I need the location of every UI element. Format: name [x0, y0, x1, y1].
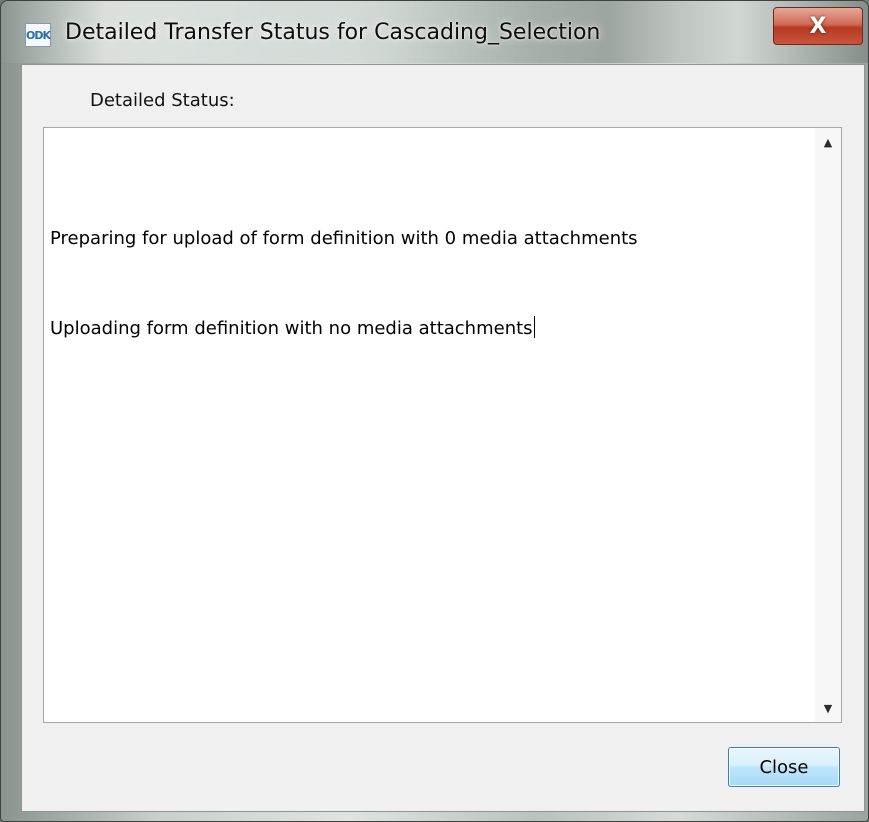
vertical-scrollbar[interactable]: ▲ ▼ [815, 128, 841, 722]
dialog-window: ODK Detailed Transfer Status for Cascadi… [0, 0, 869, 822]
status-log-text[interactable]: Preparing for upload of form definition … [50, 164, 810, 404]
status-line: Preparing for upload of form definition … [50, 228, 638, 249]
text-caret [533, 316, 535, 338]
status-line: Uploading form definition with no media … [50, 318, 533, 339]
detailed-status-label: Detailed Status: [90, 90, 235, 111]
scroll-up-arrow-icon[interactable]: ▲ [815, 128, 841, 156]
scroll-down-arrow-icon[interactable]: ▼ [815, 694, 841, 722]
close-x-icon: X [809, 13, 827, 39]
window-close-button[interactable]: X [773, 7, 863, 45]
status-text-area[interactable]: Preparing for upload of form definition … [43, 127, 842, 723]
dialog-content: Detailed Status: Preparing for upload of… [21, 64, 865, 812]
title-bar[interactable]: ODK Detailed Transfer Status for Cascadi… [1, 1, 868, 63]
odk-app-icon: ODK [25, 23, 51, 47]
close-button[interactable]: Close [728, 747, 840, 787]
status-line-with-caret: Uploading form definition with no media … [50, 314, 810, 344]
app-icon-text: ODK [26, 28, 51, 42]
window-title: Detailed Transfer Status for Cascading_S… [65, 20, 601, 45]
